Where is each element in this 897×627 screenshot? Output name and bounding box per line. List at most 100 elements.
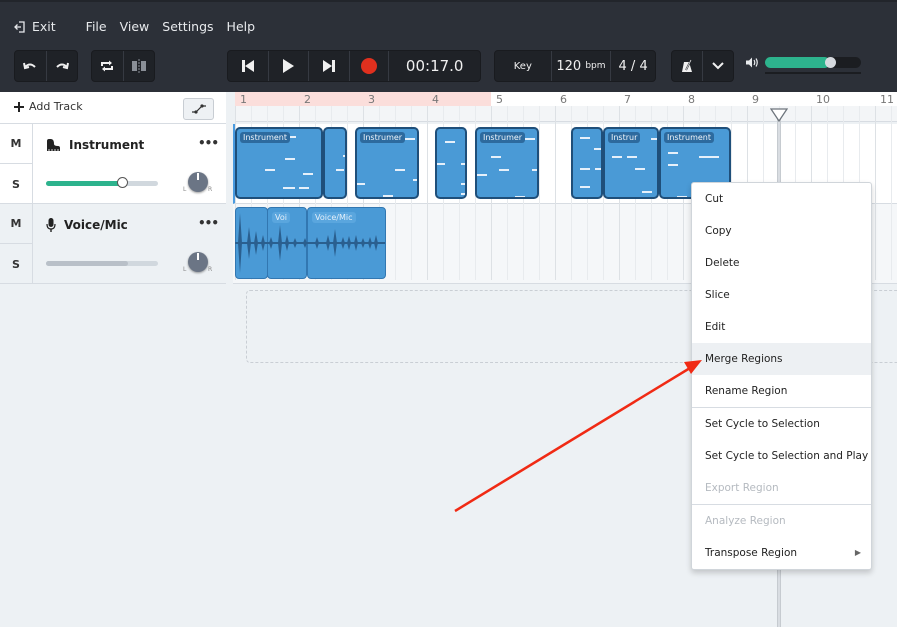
menu-item-slice[interactable]: Slice: [692, 279, 871, 311]
midi-note: [525, 138, 535, 140]
pan-knob[interactable]: L R: [183, 246, 213, 276]
track-volume-slider[interactable]: [46, 261, 158, 266]
menu-item-transpose-region[interactable]: Transpose Region ▶: [692, 537, 871, 569]
midi-region[interactable]: [323, 127, 347, 199]
play-icon: [282, 59, 294, 73]
midi-note: [668, 152, 678, 154]
menu-item-rename-region[interactable]: Rename Region: [692, 375, 871, 407]
undo-button[interactable]: [15, 51, 47, 81]
track-volume-slider[interactable]: [46, 177, 158, 188]
playhead-handle-icon[interactable]: [770, 108, 788, 122]
midi-note: [651, 138, 657, 140]
menu-item-cut[interactable]: Cut: [692, 183, 871, 215]
master-volume-thumb[interactable]: [825, 57, 837, 68]
marker-lane[interactable]: [235, 106, 897, 122]
record-icon: [360, 58, 377, 74]
skip-forward-button[interactable]: [309, 51, 350, 81]
menu-item-set-cycle[interactable]: Set Cycle to Selection: [692, 408, 871, 440]
tempo-unit: bpm: [585, 61, 606, 71]
midi-region[interactable]: Instrumer: [475, 127, 539, 199]
menu-item-edit[interactable]: Edit: [692, 311, 871, 343]
grid-line: [891, 106, 892, 280]
metronome-button[interactable]: [672, 51, 704, 81]
menu-item-label: Transpose Region: [705, 547, 798, 559]
track-options-button[interactable]: •••: [198, 216, 219, 230]
play-button[interactable]: [269, 51, 309, 81]
track-options-button[interactable]: •••: [198, 136, 219, 150]
midi-region[interactable]: Instrument: [235, 127, 323, 199]
menu-item-set-cycle-and-play[interactable]: Set Cycle to Selection and Play: [692, 440, 871, 472]
menu-settings[interactable]: Settings: [162, 19, 213, 34]
automation-button[interactable]: [183, 98, 214, 120]
midi-note: [336, 169, 344, 171]
midi-region[interactable]: [571, 127, 603, 199]
track-volume-thumb[interactable]: [117, 177, 129, 188]
record-button[interactable]: [350, 51, 390, 81]
pan-knob[interactable]: L R: [183, 166, 213, 196]
menu-item-copy[interactable]: Copy: [692, 215, 871, 247]
menu-help[interactable]: Help: [227, 19, 256, 34]
metronome-icon: [682, 59, 693, 72]
metronome-options-button[interactable]: [703, 51, 733, 81]
tempo-value: 120: [556, 58, 582, 74]
tempo-button[interactable]: 120 bpm: [552, 51, 612, 81]
track-volume-fill: [46, 181, 123, 186]
pan-left-label: L: [183, 266, 187, 273]
midi-note: [499, 169, 509, 171]
menu-item-merge-regions[interactable]: Merge Regions: [692, 343, 871, 375]
solo-button[interactable]: S: [0, 244, 32, 284]
track-voice-mic[interactable]: M S Voice/Mic ••• L R: [0, 204, 226, 284]
track-instrument[interactable]: M S Instrument ••• L R: [0, 124, 226, 204]
add-track-label: Add Track: [29, 100, 83, 113]
midi-note: [265, 169, 275, 171]
cycle-region[interactable]: [235, 92, 491, 106]
bar-number: 2: [304, 93, 311, 106]
plus-icon: [14, 101, 24, 112]
midi-note: [627, 156, 637, 158]
add-track-button[interactable]: Add Track: [14, 100, 83, 113]
pan-right-label: R: [208, 186, 213, 193]
midi-region[interactable]: Instrumer: [355, 127, 419, 199]
mute-button[interactable]: M: [0, 204, 32, 244]
menu-item-delete[interactable]: Delete: [692, 247, 871, 279]
midi-note: [285, 158, 295, 160]
midi-note: [580, 137, 590, 139]
key-button[interactable]: Key: [495, 51, 552, 81]
pan-dial[interactable]: [188, 172, 208, 192]
solo-button[interactable]: S: [0, 164, 32, 204]
mute-button[interactable]: M: [0, 124, 32, 164]
bar-number: 4: [432, 93, 439, 106]
bar-number: 6: [560, 93, 567, 106]
pan-dial[interactable]: [188, 252, 208, 272]
midi-note: [303, 173, 313, 175]
submenu-arrow-icon: ▶: [854, 548, 861, 557]
split-icon: [131, 59, 146, 73]
master-volume-fill: [765, 57, 831, 68]
menu-view[interactable]: View: [120, 19, 150, 34]
mute-solo: M S: [0, 204, 33, 283]
midi-note: [635, 168, 645, 170]
region-label: Instrument: [664, 132, 715, 143]
time-signature-button[interactable]: 4 / 4: [611, 51, 655, 81]
midi-region[interactable]: Instrur: [603, 127, 659, 199]
midi-region[interactable]: [435, 127, 467, 199]
menu-file[interactable]: File: [86, 19, 107, 34]
speaker-icon: [746, 57, 758, 68]
master-volume-slider[interactable]: [765, 57, 861, 68]
skip-back-button[interactable]: [228, 51, 269, 81]
cycle-button[interactable]: [92, 51, 124, 81]
redo-button[interactable]: [47, 51, 78, 81]
level-meter: [765, 72, 861, 74]
exit-button[interactable]: Exit: [14, 19, 56, 34]
midi-note: [357, 183, 365, 185]
automation-icon: [191, 104, 206, 114]
midi-note: [677, 196, 687, 197]
midi-note: [580, 186, 590, 188]
bar-number: 5: [496, 93, 503, 106]
pan-right-label: R: [208, 266, 213, 273]
bar-number: 10: [816, 93, 830, 106]
cycle-icon: [101, 60, 114, 72]
split-button[interactable]: [124, 51, 155, 81]
midi-note: [395, 169, 405, 171]
pan-left-label: L: [183, 186, 187, 193]
